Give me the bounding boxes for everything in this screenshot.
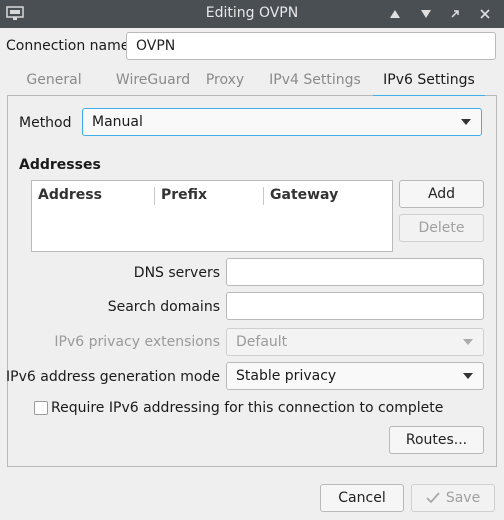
column-header-prefix[interactable]: Prefix xyxy=(161,187,207,203)
maximize-icon xyxy=(451,10,459,18)
tab-bar: General WireGuard Proxy IPv4 Settings IP… xyxy=(7,66,497,97)
dns-servers-field[interactable] xyxy=(226,258,484,286)
column-separator xyxy=(154,187,155,205)
method-select[interactable]: Manual xyxy=(82,108,482,136)
require-ipv6-checkbox[interactable] xyxy=(34,401,48,415)
ipv6-privacy-value: Default xyxy=(236,334,288,350)
chevron-down-icon xyxy=(461,119,471,125)
tab-ipv6-settings[interactable]: IPv6 Settings xyxy=(373,66,485,97)
minimize-button[interactable] xyxy=(417,5,435,23)
chevron-down-icon xyxy=(463,373,473,379)
close-icon xyxy=(480,9,490,19)
address-generation-select[interactable]: Stable privacy xyxy=(226,362,484,390)
column-header-address[interactable]: Address xyxy=(38,187,102,203)
method-value: Manual xyxy=(92,114,143,130)
chevron-down-icon xyxy=(463,339,473,345)
require-ipv6-label[interactable]: Require IPv6 addressing for this connect… xyxy=(51,400,443,416)
title-bar: Editing OVPN xyxy=(0,0,504,28)
checkmark-icon xyxy=(426,492,440,504)
ipv6-privacy-label: IPv6 privacy extensions xyxy=(54,334,220,350)
save-label: Save xyxy=(445,490,481,506)
address-generation-label: IPv6 address generation mode xyxy=(6,369,220,385)
add-address-button[interactable]: Add xyxy=(399,180,484,208)
tab-proxy[interactable]: Proxy xyxy=(193,66,257,96)
tab-ipv4-settings[interactable]: IPv4 Settings xyxy=(257,66,373,96)
method-label: Method xyxy=(19,115,72,131)
addresses-heading: Addresses xyxy=(19,157,101,173)
close-button[interactable] xyxy=(476,5,494,23)
maximize-button[interactable] xyxy=(446,5,464,23)
search-domains-field[interactable] xyxy=(226,292,484,320)
delete-address-button[interactable]: Delete xyxy=(399,214,484,242)
minimize-icon xyxy=(421,10,431,18)
triangle-up-icon xyxy=(390,10,400,18)
routes-button[interactable]: Routes... xyxy=(389,426,484,454)
connection-name-field[interactable]: OVPN xyxy=(126,32,496,60)
address-generation-value: Stable privacy xyxy=(236,368,337,384)
column-header-gateway[interactable]: Gateway xyxy=(270,187,338,203)
search-domains-label: Search domains xyxy=(107,299,220,315)
ipv6-privacy-select[interactable]: Default xyxy=(226,328,484,356)
connection-name-label: Connection name xyxy=(6,38,130,54)
keep-above-button[interactable] xyxy=(386,5,404,23)
save-button[interactable]: Save xyxy=(411,484,495,512)
tab-general[interactable]: General xyxy=(11,66,97,96)
column-separator xyxy=(263,187,264,205)
dns-servers-label: DNS servers xyxy=(133,265,220,281)
addresses-table[interactable]: Address Prefix Gateway xyxy=(31,180,393,252)
cancel-button[interactable]: Cancel xyxy=(320,484,404,512)
